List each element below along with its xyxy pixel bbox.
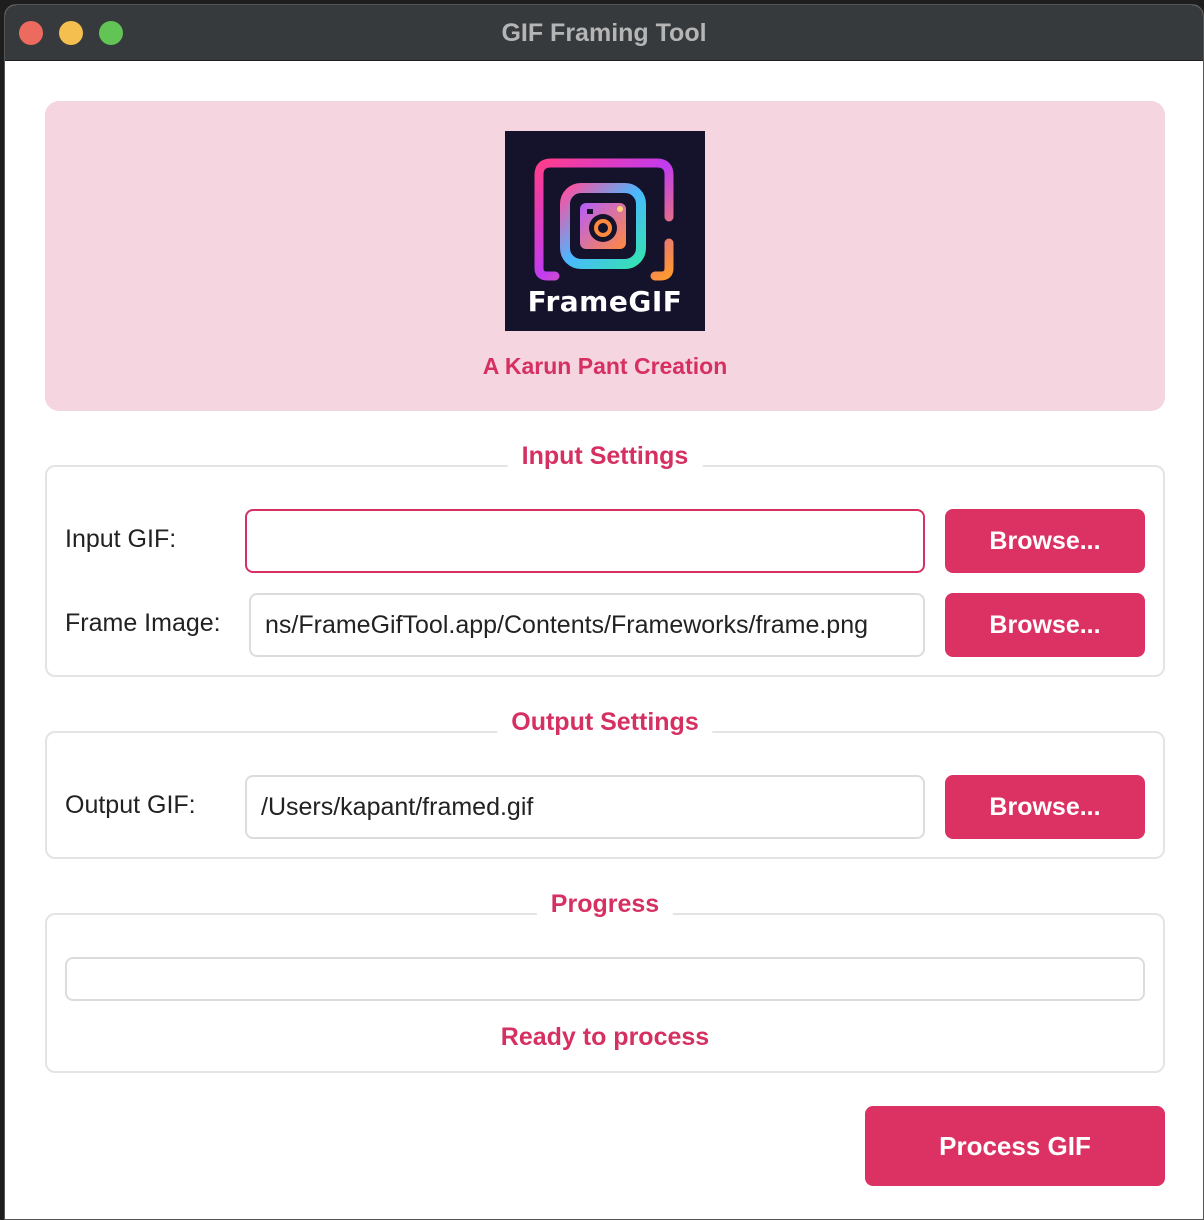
input-gif-field[interactable] — [245, 509, 925, 573]
credit-text: A Karun Pant Creation — [482, 353, 728, 379]
output-gif-field[interactable]: /Users/kapant/framed.gif — [245, 775, 925, 839]
input-settings-group: Input Settings Input GIF: Browse... Fram… — [45, 442, 1165, 677]
progress-title: Progress — [536, 890, 674, 919]
status-text: Ready to process — [500, 1023, 710, 1051]
progress-group: Progress Ready to process — [45, 890, 1165, 1073]
frame-image-field[interactable]: ns/FrameGifTool.app/Contents/Frameworks/… — [249, 593, 925, 657]
frame-image-value: ns/FrameGifTool.app/Contents/Frameworks/… — [265, 611, 869, 639]
output-settings-title: Output Settings — [497, 708, 713, 737]
title-bar: GIF Framing Tool — [5, 5, 1203, 61]
frame-image-browse-button[interactable]: Browse... — [945, 593, 1145, 657]
progress-bar — [65, 957, 1145, 1001]
app-window: GIF Framing Tool FrameGIF A Karun Pant C… — [4, 4, 1204, 1220]
output-settings-group: Output Settings Output GIF: /Users/kapan… — [45, 708, 1165, 859]
input-gif-label: Input GIF: — [65, 525, 177, 553]
header-banner: FrameGIF A Karun Pant Creation — [45, 101, 1165, 411]
output-gif-browse-button[interactable]: Browse... — [945, 775, 1145, 839]
output-gif-label: Output GIF: — [65, 791, 196, 819]
frame-image-label: Frame Image: — [65, 609, 221, 637]
logo-wordmark: FrameGIF — [527, 285, 683, 318]
window-title: GIF Framing Tool — [501, 19, 707, 47]
input-settings-title: Input Settings — [507, 442, 703, 471]
output-gif-value: /Users/kapant/framed.gif — [261, 793, 534, 821]
main-content: FrameGIF A Karun Pant Creation Input Set… — [5, 62, 1203, 1219]
input-gif-browse-button[interactable]: Browse... — [945, 509, 1145, 573]
process-gif-button[interactable]: Process GIF — [865, 1106, 1165, 1186]
app-logo: FrameGIF — [505, 131, 705, 331]
